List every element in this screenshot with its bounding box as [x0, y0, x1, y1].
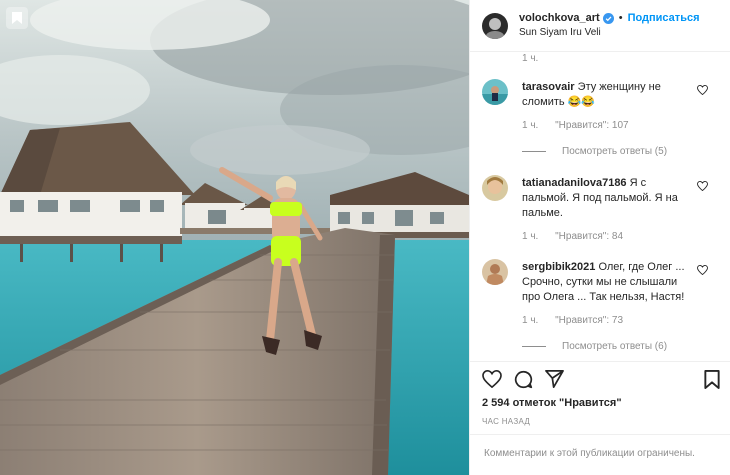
author-avatar[interactable]: [482, 12, 508, 39]
comment-likes[interactable]: "Нравится": 107: [555, 120, 628, 131]
view-replies-label: Посмотреть ответы (5): [562, 146, 668, 157]
comment-time: 1 ч.: [522, 231, 539, 242]
comment-likes[interactable]: "Нравится": 84: [555, 231, 623, 242]
author-username[interactable]: volochkova_art: [519, 11, 600, 25]
replies-divider: [522, 151, 546, 152]
comments-footer: Комментарии к этой публикации ограничены…: [470, 434, 730, 475]
post-header: volochkova_art • Подписаться Sun Siyam I…: [470, 0, 730, 52]
comment-like-icon[interactable]: [697, 180, 708, 194]
post-time-ago: ЧАС НАЗАД: [482, 417, 531, 426]
comment-text: tatianadanilova7186 Я с пальмой. Я под п…: [522, 176, 692, 221]
comment-meta: 1 ч. "Нравится": 73: [522, 315, 637, 326]
comment-username[interactable]: tarasovair: [522, 81, 575, 93]
heart-icon[interactable]: [482, 370, 502, 388]
photo-image: [0, 0, 469, 475]
replies-divider: [522, 346, 546, 347]
comment-avatar[interactable]: [482, 79, 508, 105]
post-location[interactable]: Sun Siyam Iru Veli: [519, 26, 700, 40]
view-replies-label: Посмотреть ответы (6): [562, 341, 668, 352]
comment-text: sergbibik2021 Олег, где Олег ... Срочно,…: [522, 260, 692, 305]
comments-list[interactable]: 1 ч. tarasovair Эту женщину не сломить 😂…: [470, 53, 730, 361]
separator-dot: •: [618, 12, 623, 24]
comment-text: tarasovair Эту женщину не сломить 😂😂: [522, 80, 692, 110]
comment-meta: 1 ч. "Нравится": 84: [522, 231, 637, 242]
verified-badge-icon: [602, 12, 614, 24]
comment-like-icon[interactable]: [697, 264, 708, 278]
comment-avatar[interactable]: [482, 259, 508, 285]
comment-meta: 1 ч. "Нравится": 107: [522, 120, 643, 131]
post-photo[interactable]: [0, 0, 469, 475]
caption-timestamp: 1 ч.: [522, 53, 539, 64]
post-actions: [470, 361, 730, 397]
comment-likes[interactable]: "Нравится": 73: [555, 315, 623, 326]
view-replies-button[interactable]: Посмотреть ответы (6): [522, 341, 667, 352]
collection-icon[interactable]: [6, 7, 28, 29]
likes-count[interactable]: 2 594 отметок "Нравится": [482, 397, 622, 409]
paper-plane-icon[interactable]: [545, 370, 564, 388]
view-replies-button[interactable]: Посмотреть ответы (5): [522, 146, 667, 157]
comment-time: 1 ч.: [522, 315, 539, 326]
comment-avatar[interactable]: [482, 175, 508, 201]
comment-username[interactable]: sergbibik2021: [522, 261, 595, 273]
bookmark-icon[interactable]: [704, 370, 720, 389]
comment-icon[interactable]: [514, 370, 533, 389]
comments-limited-notice: Комментарии к этой публикации ограничены…: [484, 448, 695, 459]
follow-button[interactable]: Подписаться: [628, 11, 700, 25]
comment-like-icon[interactable]: [697, 84, 708, 98]
comment-username[interactable]: tatianadanilova7186: [522, 177, 627, 189]
post-panel: volochkova_art • Подписаться Sun Siyam I…: [469, 0, 730, 475]
comment-time: 1 ч.: [522, 120, 539, 131]
